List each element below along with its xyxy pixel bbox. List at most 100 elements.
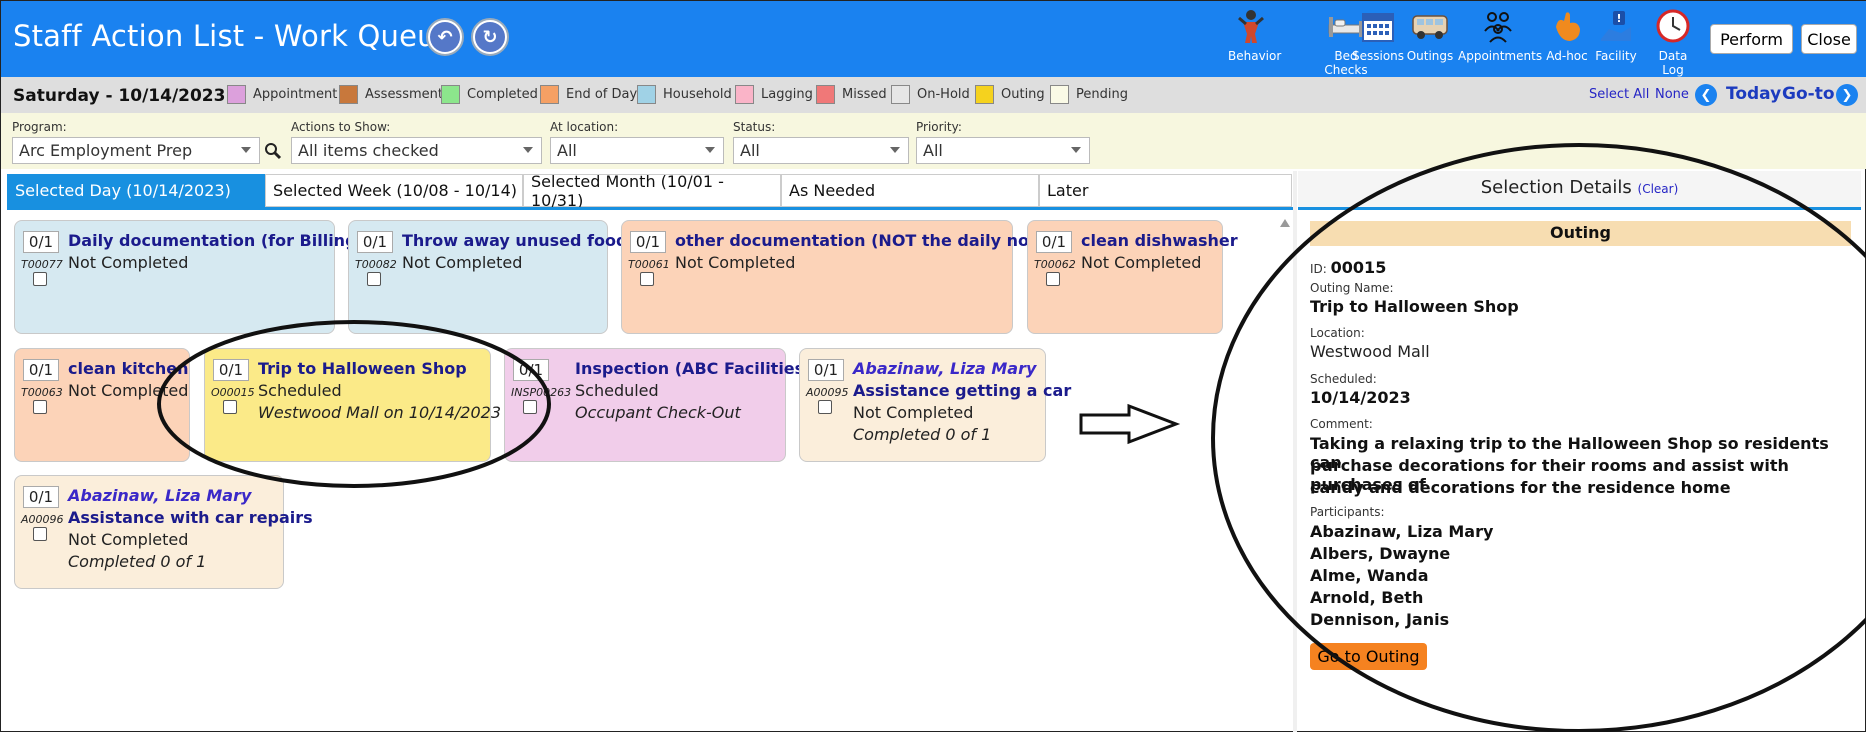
task-checkbox[interactable] (33, 400, 47, 414)
task-count: 0/1 (1036, 231, 1072, 253)
tab-selected-day[interactable]: Selected Day (10/14/2023) (7, 174, 265, 207)
chevron-down-icon (241, 147, 251, 153)
tab-selected-month[interactable]: Selected Month (10/01 - 10/31) (523, 172, 781, 210)
task-card[interactable]: 0/1 T00077 Daily documentation (for Bill… (14, 220, 364, 334)
legend-missed: Missed (816, 85, 887, 104)
tab-selected-week[interactable]: Selected Week (10/08 - 10/14) (265, 174, 523, 207)
refresh-button[interactable]: ↻ (471, 18, 509, 56)
clock-icon (1654, 7, 1692, 45)
task-status: Scheduled (575, 381, 659, 400)
id-value: 00015 (1330, 258, 1387, 277)
details-header: Selection Details (Clear) (1298, 171, 1861, 207)
program-select[interactable]: Arc Employment Prep (12, 137, 260, 164)
task-checkbox[interactable] (223, 400, 237, 414)
select-none-link[interactable]: None (1655, 87, 1689, 102)
prev-day-button[interactable]: ❮ (1695, 84, 1717, 106)
task-card[interactable]: 0/1 T00082 Throw away unused food Not Co… (348, 220, 627, 334)
tool-ad-hoc[interactable]: Ad-hoc (1545, 7, 1589, 71)
outing-name-value: Trip to Halloween Shop (1310, 297, 1519, 316)
tab-later[interactable]: Later (1039, 174, 1292, 207)
back-button[interactable]: ↶ (426, 18, 464, 56)
task-code: T00061 (628, 258, 670, 271)
task-card[interactable]: 0/1 T00063 clean kitchen Not Completed (14, 348, 190, 462)
svg-text:!: ! (1616, 12, 1621, 25)
legend-label: Assessment (365, 87, 443, 102)
task-count: 0/1 (23, 359, 59, 381)
task-checkbox[interactable] (640, 272, 654, 286)
task-checkbox[interactable] (818, 400, 832, 414)
task-count: 0/1 (23, 486, 59, 508)
chevron-down-icon (1071, 147, 1081, 153)
task-status: Not Completed (853, 403, 974, 422)
chevron-right-icon: ❯ (1841, 87, 1853, 103)
tool-label: Sessions (1352, 49, 1405, 63)
task-card[interactable]: 0/1 A00095 Abazinaw, Liza Mary Assistanc… (799, 348, 1071, 462)
location-value: All (557, 141, 577, 160)
scroll-up-arrow[interactable] (1280, 219, 1290, 227)
next-day-button[interactable]: ❯ (1836, 84, 1858, 106)
tab-as-needed[interactable]: As Needed (781, 174, 1039, 207)
task-checkbox[interactable] (33, 272, 47, 286)
task-checkbox[interactable] (33, 527, 47, 541)
location-select[interactable]: All (550, 137, 724, 164)
task-title: Daily documentation (for Billing) (68, 231, 364, 250)
task-status: Not Completed (402, 253, 523, 272)
priority-select[interactable]: All (916, 137, 1090, 164)
task-code: A00095 (806, 386, 849, 399)
task-card[interactable]: 0/1 T00061 other documentation (NOT the … (621, 220, 1055, 334)
select-all-link[interactable]: Select All (1589, 87, 1649, 102)
tool-appointments[interactable]: Appointments (1458, 7, 1542, 71)
legend-swatch (975, 85, 994, 104)
task-code: T00077 (21, 258, 63, 271)
legend-label: End of Day (566, 87, 638, 102)
facility-alert-icon: ! (1597, 7, 1635, 45)
clear-link[interactable]: (Clear) (1638, 182, 1679, 196)
task-title: Assistance getting a car (853, 381, 1072, 400)
task-status: Not Completed (68, 381, 189, 400)
priority-value: All (923, 141, 943, 160)
task-card[interactable]: 0/1 INSP00263 Inspection (ABC Facilities… (504, 348, 812, 462)
task-checkbox[interactable] (1046, 272, 1060, 286)
search-icon[interactable] (264, 142, 282, 164)
task-person: Abazinaw, Liza Mary (68, 486, 252, 505)
calendar-icon (1359, 7, 1397, 45)
legend-completed: Completed (441, 85, 538, 104)
status-select[interactable]: All (733, 137, 909, 164)
participants-label: Participants: (1310, 505, 1385, 519)
task-title: Inspection (ABC Facilities) (575, 359, 812, 378)
filter-bar: Program: Arc Employment Prep Actions to … (1, 113, 1866, 169)
task-card[interactable]: 0/1 A00096 Abazinaw, Liza Mary Assistanc… (14, 475, 313, 589)
chevron-down-icon (523, 147, 533, 153)
task-checkbox[interactable] (523, 400, 537, 414)
task-code: T00082 (355, 258, 397, 271)
annotation-arrow (1079, 403, 1181, 445)
task-card[interactable]: 0/1 T00062 clean dishwasher Not Complete… (1027, 220, 1238, 334)
hand-icon (1548, 7, 1586, 45)
legend-label: Household (663, 87, 732, 102)
location-detail-label: Location: (1310, 326, 1365, 340)
tool-sessions[interactable]: Sessions (1352, 7, 1404, 71)
task-code: A00096 (21, 513, 64, 526)
legend-end-of-day: End of Day (540, 85, 637, 104)
go-to-outing-button[interactable]: Go to Outing (1310, 643, 1427, 670)
program-label: Program: (12, 120, 67, 134)
tool-facility[interactable]: ! Facility (1594, 7, 1638, 71)
legend-label: Pending (1076, 87, 1128, 102)
perform-button[interactable]: Perform (1710, 24, 1793, 54)
task-checkbox[interactable] (367, 272, 381, 286)
details-type-band: Outing (1310, 221, 1851, 246)
legend-label: Completed (467, 87, 538, 102)
tool-data-log[interactable]: Data Log (1648, 7, 1698, 77)
app-window: Staff Action List - Work Queue ↶ ↻ Behav… (0, 0, 1866, 732)
participant-name: Albers, Dwayne (1310, 544, 1451, 563)
actions-select[interactable]: All items checked (291, 137, 542, 164)
legend-assessment: Assessment (339, 85, 443, 104)
tool-behavior[interactable]: Behavior (1228, 7, 1281, 71)
tool-outings[interactable]: Outings (1405, 7, 1455, 71)
goto-link[interactable]: Go-to (1782, 84, 1835, 104)
task-detail: Completed 0 of 1 (853, 425, 992, 444)
close-button[interactable]: Close (1801, 24, 1857, 54)
task-card-selected[interactable]: 0/1 O00015 Trip to Halloween Shop Schedu… (204, 348, 501, 462)
today-link[interactable]: Today (1726, 84, 1781, 104)
legend-label: On-Hold (917, 87, 970, 102)
